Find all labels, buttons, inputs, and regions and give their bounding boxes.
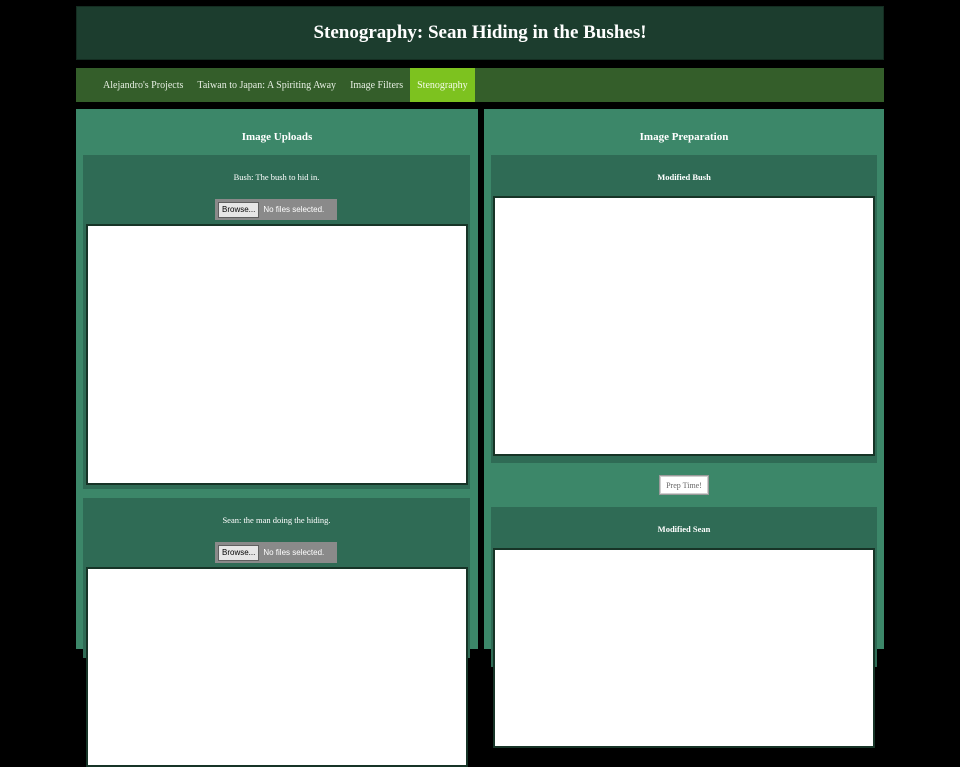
nav-item-image-filters[interactable]: Image Filters: [343, 68, 410, 102]
modified-bush-canvas: [493, 196, 875, 456]
image-uploads-heading: Image Uploads: [241, 131, 313, 143]
prep-time-button[interactable]: Prep Time!: [659, 475, 709, 495]
bush-upload-label: Bush: The bush to hid in.: [233, 172, 320, 182]
page-title: Stenography: Sean Hiding in the Bushes!: [313, 22, 647, 43]
sean-upload-panel: Sean: the man doing the hiding. Browse..…: [83, 498, 470, 767]
image-preparation-heading: Image Preparation: [639, 131, 729, 143]
image-uploads-column: Image Uploads Bush: The bush to hid in. …: [76, 109, 478, 767]
modified-sean-label: Modified Sean: [657, 524, 711, 534]
modified-bush-label: Modified Bush: [657, 172, 711, 182]
sean-file-input[interactable]: Browse... No files selected.: [215, 542, 337, 563]
sean-image-canvas: [86, 567, 468, 767]
nav-item-taiwan-to-japan[interactable]: Taiwan to Japan: A Spiriting Away: [190, 68, 343, 102]
bush-file-input[interactable]: Browse... No files selected.: [215, 199, 337, 220]
nav-item-alejandros-projects[interactable]: Alejandro's Projects: [96, 68, 190, 102]
bush-file-status: No files selected.: [263, 205, 325, 214]
top-nav: Alejandro's Projects Taiwan to Japan: A …: [76, 68, 884, 102]
image-preparation-column: Image Preparation Modified Bush Prep Tim…: [484, 109, 884, 748]
sean-upload-label: Sean: the man doing the hiding.: [222, 515, 331, 525]
nav-item-stenography[interactable]: Stenography: [410, 68, 475, 102]
bush-browse-button[interactable]: Browse...: [218, 201, 260, 218]
sean-file-status: No files selected.: [263, 548, 325, 557]
sean-browse-button[interactable]: Browse...: [218, 544, 260, 561]
page-header: Stenography: Sean Hiding in the Bushes!: [76, 6, 884, 60]
bush-upload-panel: Bush: The bush to hid in. Browse... No f…: [83, 155, 470, 489]
modified-sean-panel: Modified Sean: [491, 507, 877, 748]
modified-sean-canvas: [493, 548, 875, 748]
modified-bush-panel: Modified Bush: [491, 155, 877, 463]
bush-image-canvas: [86, 224, 468, 485]
